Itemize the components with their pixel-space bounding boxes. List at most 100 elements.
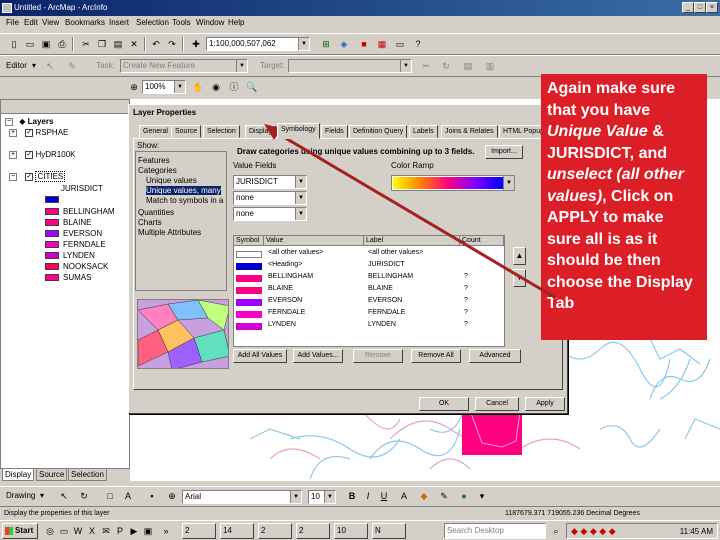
task-group-5[interactable]: 10 xyxy=(334,523,368,539)
print-icon[interactable]: ⎙ xyxy=(56,38,68,50)
arctoolbox-icon[interactable]: ◈ xyxy=(338,38,350,50)
show-unique-values[interactable]: Unique values xyxy=(146,176,197,185)
legend-swatch[interactable] xyxy=(45,274,59,281)
grid-label[interactable]: FERNDALE xyxy=(368,309,405,316)
ok-button[interactable]: OK xyxy=(419,397,469,411)
chevron-down-icon[interactable]: ▼ xyxy=(295,176,306,188)
layer-visibility-checkbox[interactable]: ✓ xyxy=(25,172,34,181)
legend-swatch[interactable] xyxy=(45,208,59,215)
tab-selection[interactable]: Selection xyxy=(203,125,240,138)
tab-source[interactable]: Source xyxy=(171,125,202,138)
maximize-button[interactable]: □ xyxy=(694,2,706,13)
menu-bookmarks[interactable]: Bookmarks xyxy=(65,18,105,27)
minimize-button[interactable]: _ xyxy=(682,2,694,13)
line-color-icon[interactable]: ✎ xyxy=(438,490,450,502)
show-features[interactable]: Features xyxy=(138,156,170,165)
zoom-icon[interactable]: ⊕ xyxy=(166,490,178,502)
pan-icon[interactable]: ✋ xyxy=(192,81,204,93)
grid-value[interactable]: <all other values> xyxy=(268,249,323,256)
more-icon[interactable]: ▾ xyxy=(476,490,488,502)
underline-icon[interactable]: U xyxy=(378,490,390,502)
show-categories[interactable]: Categories xyxy=(138,166,177,175)
target-combo[interactable]: ▼ xyxy=(288,59,412,73)
show-charts[interactable]: Charts xyxy=(138,218,162,227)
fill-color-icon[interactable]: ◆ xyxy=(418,490,430,502)
toc-layers-root[interactable]: − ◆ Layers xyxy=(5,117,53,126)
drawing-dropdown-icon[interactable]: ▾ xyxy=(40,491,44,500)
task-combo[interactable]: Create New Feature ▼ xyxy=(120,59,248,73)
full-extent-icon[interactable]: ◉ xyxy=(210,81,222,93)
grid-symbol[interactable] xyxy=(236,251,262,258)
search-icon[interactable]: ⌕ xyxy=(550,525,562,537)
tab-fields[interactable]: Fields xyxy=(321,125,348,138)
tab-selection[interactable]: Selection xyxy=(68,469,107,481)
sketch-properties-icon[interactable]: ▥ xyxy=(484,60,496,72)
chevron-down-icon[interactable]: ▼ xyxy=(324,491,335,503)
grid-header-value[interactable]: Value xyxy=(264,236,364,246)
save-icon[interactable]: ▣ xyxy=(40,38,52,50)
quicklaunch-folder-icon[interactable]: ▣ xyxy=(142,525,154,537)
show-unique-values-many[interactable]: Unique values, many xyxy=(146,186,221,195)
whats-this-icon[interactable]: ? xyxy=(412,38,424,50)
sketch-tool-icon[interactable]: ✎ xyxy=(66,60,78,72)
color-ramp-combo[interactable]: ▼ xyxy=(391,175,515,191)
grid-value[interactable]: BLAINE xyxy=(268,285,293,292)
apply-button[interactable]: Apply xyxy=(525,397,565,411)
grid-symbol[interactable] xyxy=(236,275,262,282)
collapse-icon[interactable]: − xyxy=(5,117,13,126)
attributes-icon[interactable]: ▤ xyxy=(462,60,474,72)
menu-edit[interactable]: Edit xyxy=(24,18,38,27)
add-data-icon[interactable]: ✚ xyxy=(190,38,202,50)
arccatalog-icon[interactable]: ■ xyxy=(358,38,370,50)
move-down-button[interactable]: ▼ xyxy=(513,269,526,287)
font-combo[interactable]: Arial ▼ xyxy=(182,490,302,504)
tab-symbology[interactable]: Symbology xyxy=(277,123,320,139)
show-match-to-symbols[interactable]: Match to symbols in a xyxy=(146,196,223,205)
toc-layer-cities[interactable]: − ✓ CITIES xyxy=(9,171,66,182)
tab-definition-query[interactable]: Definition Query xyxy=(349,125,408,138)
chevron-down-icon[interactable]: ▼ xyxy=(236,60,247,72)
rectangle-icon[interactable]: □ xyxy=(104,490,116,502)
task-group-4[interactable]: 2 xyxy=(296,523,330,539)
toc-layer-rsphae[interactable]: + ✓ RSPHAE xyxy=(9,128,68,137)
chevron-down-icon[interactable]: ▼ xyxy=(295,192,306,204)
grid-label[interactable]: JURISDICT xyxy=(368,261,405,268)
select-elements-icon[interactable]: ↖ xyxy=(58,490,70,502)
cancel-button[interactable]: Cancel xyxy=(475,397,519,411)
grid-symbol[interactable] xyxy=(236,287,262,294)
task-group-3[interactable]: 2 xyxy=(258,523,292,539)
grid-symbol[interactable] xyxy=(236,311,262,318)
new-icon[interactable]: ▯ xyxy=(8,38,20,50)
bold-icon[interactable]: B xyxy=(346,490,358,502)
grid-value[interactable]: FERNDALE xyxy=(268,309,305,316)
value-field-2[interactable]: none ▼ xyxy=(233,191,307,205)
command-line-icon[interactable]: ▭ xyxy=(394,38,406,50)
quicklaunch-more-icon[interactable]: » xyxy=(160,525,172,537)
legend-swatch[interactable] xyxy=(45,230,59,237)
grid-value[interactable]: BELLINGHAM xyxy=(268,273,313,280)
remove-button[interactable]: Remove xyxy=(353,349,403,363)
add-values-button[interactable]: Add Values... xyxy=(293,349,343,363)
rotate-tool-icon[interactable]: ↻ xyxy=(440,60,452,72)
value-field-1[interactable]: JURISDICT ▼ xyxy=(233,175,307,189)
layer-visibility-checkbox[interactable]: ✓ xyxy=(25,128,34,137)
rotate-icon[interactable]: ↻ xyxy=(78,490,90,502)
chevron-down-icon[interactable]: ▼ xyxy=(400,60,411,72)
grid-value[interactable]: LYNDEN xyxy=(268,321,296,328)
grid-label[interactable]: <all other values> xyxy=(368,249,423,256)
tab-general[interactable]: General xyxy=(139,125,172,138)
menu-view[interactable]: View xyxy=(42,18,59,27)
find-icon[interactable]: 🔍 xyxy=(246,81,258,93)
task-group-2[interactable]: 14 xyxy=(220,523,254,539)
layer-visibility-checkbox[interactable]: ✓ xyxy=(25,150,34,159)
tab-display[interactable]: Display xyxy=(245,125,276,138)
value-field-3[interactable]: none ▼ xyxy=(233,207,307,221)
grid-label[interactable]: EVERSON xyxy=(368,297,402,304)
grid-count[interactable]: ? xyxy=(464,321,468,328)
tab-labels[interactable]: Labels xyxy=(409,125,438,138)
expand-icon[interactable]: + xyxy=(9,128,17,137)
task-group-1[interactable]: 2 xyxy=(182,523,216,539)
font-size-combo[interactable]: 10 ▼ xyxy=(308,490,336,504)
font-color-icon[interactable]: A xyxy=(398,490,410,502)
map-scale-combo[interactable]: 1:100,000,507,062 ▼ xyxy=(206,37,310,51)
